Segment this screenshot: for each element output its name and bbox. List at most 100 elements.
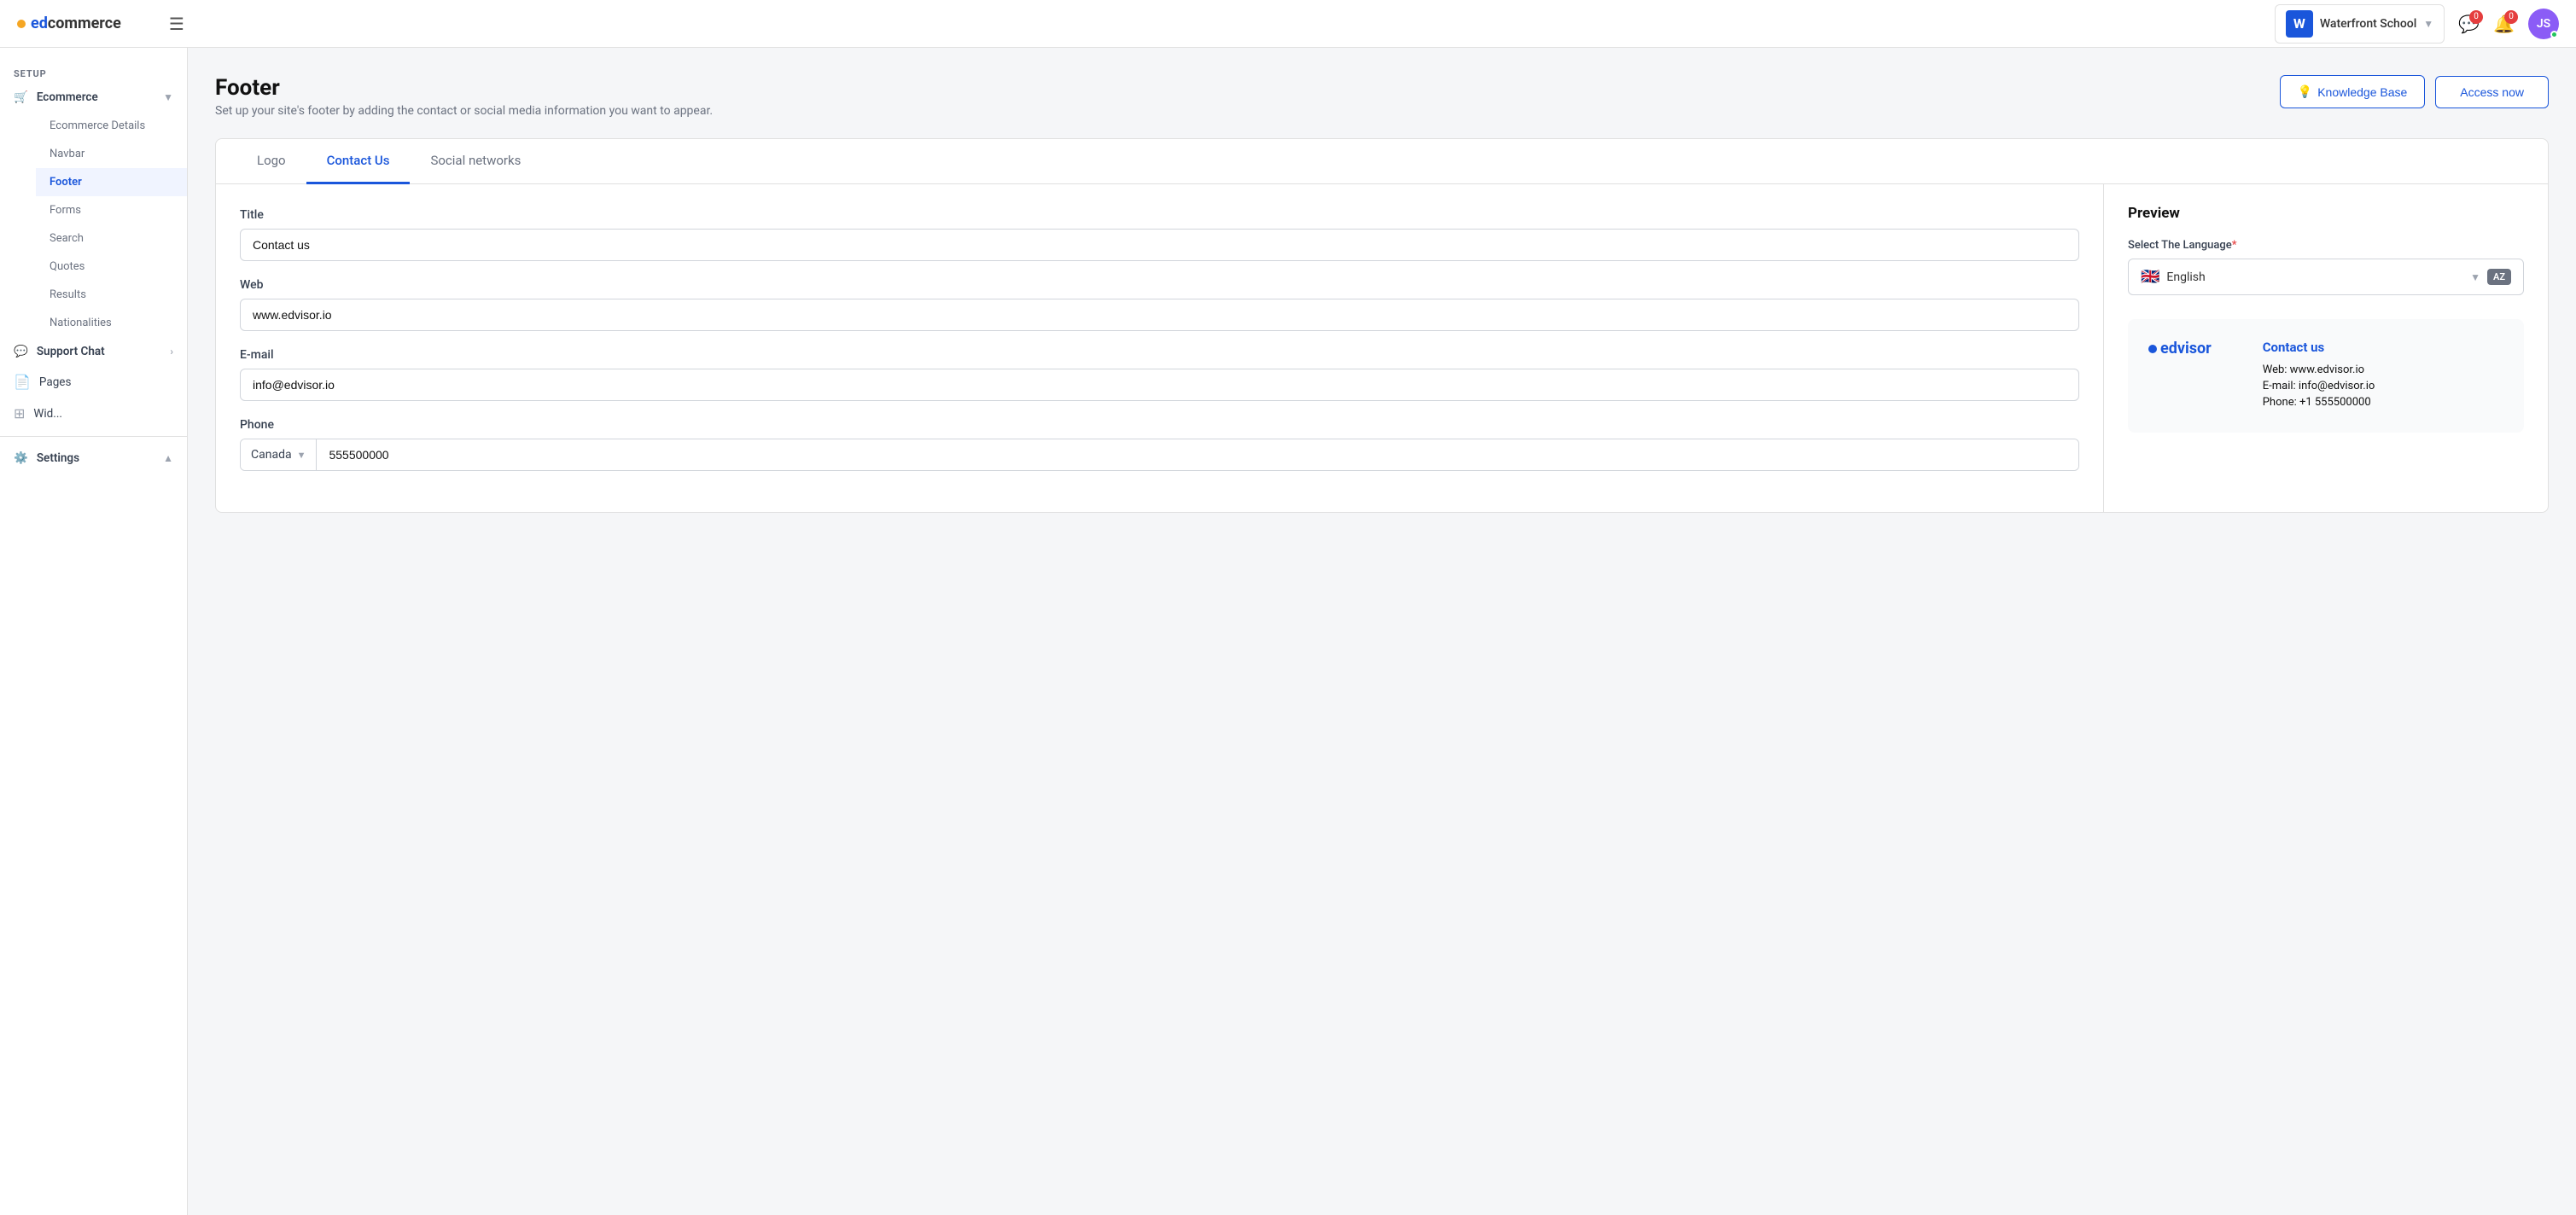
email-value-preview: info@edvisor.io — [2299, 380, 2375, 392]
web-field-group: Web — [240, 278, 2079, 331]
language-selector-left: 🇬🇧 English — [2141, 268, 2206, 286]
sidebar-item-nationalities[interactable]: Nationalities — [36, 309, 187, 337]
tab-social-networks[interactable]: Social networks — [410, 139, 541, 184]
school-selector[interactable]: W Waterfront School ▼ — [2275, 4, 2445, 44]
forms-label: Forms — [50, 204, 81, 217]
footer-label: Footer — [50, 176, 82, 189]
web-value-preview: www.edvisor.io — [2290, 363, 2364, 376]
language-name: English — [2166, 270, 2205, 284]
sidebar-item-ecommerce[interactable]: 🛒 Ecommerce ▼ — [0, 83, 187, 112]
footer-logo: edvisor — [2148, 340, 2212, 358]
footer-web-item: Web: www.edvisor.io — [2263, 363, 2375, 376]
logo-ed: ed — [31, 15, 48, 32]
footer-contact-info: Contact us Web: www.edvisor.io E-mail: i… — [2263, 340, 2375, 412]
notifications-chat-button[interactable]: 💬 0 — [2458, 14, 2480, 34]
sidebar-item-support-chat[interactable]: 💬 Support Chat › — [0, 337, 187, 366]
avatar[interactable]: JS — [2528, 9, 2559, 39]
sidebar-item-search[interactable]: Search — [36, 224, 187, 253]
quotes-label: Quotes — [50, 260, 85, 273]
results-label: Results — [50, 288, 86, 301]
title-field-group: Title — [240, 208, 2079, 261]
web-label-preview: Web: — [2263, 363, 2288, 376]
preview-section: Preview Select The Language* 🇬🇧 English … — [2104, 184, 2548, 512]
ecommerce-label: Ecommerce — [37, 90, 98, 104]
settings-label: Settings — [37, 451, 79, 465]
page-header-actions: 💡 Knowledge Base Access now — [2280, 75, 2549, 108]
footer-email-item: E-mail: info@edvisor.io — [2263, 380, 2375, 392]
tab-logo[interactable]: Logo — [236, 139, 306, 184]
ecommerce-submenu: Ecommerce Details Navbar Footer Forms Se… — [0, 112, 187, 337]
sidebar-item-ecommerce-details[interactable]: Ecommerce Details — [36, 112, 187, 140]
page-title: Footer — [215, 75, 713, 101]
logo-text: edcommerce — [31, 15, 121, 32]
email-field-group: E-mail — [240, 348, 2079, 401]
language-selector[interactable]: 🇬🇧 English ▼ AZ — [2128, 259, 2524, 295]
chevron-down-icon: ▼ — [2423, 18, 2433, 30]
phone-label: Phone — [240, 418, 2079, 432]
phone-label-preview: Phone: — [2263, 396, 2297, 409]
email-label: E-mail — [240, 348, 2079, 362]
knowledge-base-button[interactable]: 💡 Knowledge Base — [2280, 75, 2426, 108]
sidebar-item-results[interactable]: Results — [36, 281, 187, 309]
sidebar-item-quotes[interactable]: Quotes — [36, 253, 187, 281]
setup-section-label: SETUP — [0, 61, 187, 83]
hamburger-button[interactable]: ☰ — [169, 14, 184, 34]
web-input[interactable] — [240, 299, 2079, 331]
phone-number-input[interactable] — [317, 439, 2078, 470]
title-input[interactable] — [240, 229, 2079, 261]
tab-contact-us[interactable]: Contact Us — [306, 139, 411, 184]
support-chat-label: Support Chat — [37, 345, 105, 358]
widgets-icon: ⊞ — [14, 405, 25, 421]
chevron-down-icon: ▼ — [2470, 271, 2480, 283]
notifications-bell-button[interactable]: 🔔 0 — [2493, 14, 2515, 34]
settings-icon: ⚙️ — [14, 451, 28, 465]
country-name: Canada — [251, 448, 292, 462]
widgets-label: Wid... — [33, 407, 62, 421]
sidebar-item-forms[interactable]: Forms — [36, 196, 187, 224]
flag-icon: 🇬🇧 — [2141, 268, 2159, 286]
chevron-down-icon: ▼ — [297, 450, 306, 461]
ecommerce-details-label: Ecommerce Details — [50, 119, 145, 132]
web-label: Web — [240, 278, 2079, 292]
logo-dot-icon — [17, 20, 26, 28]
edvisor-logo-text: edvisor — [2160, 340, 2212, 358]
chevron-right-icon: › — [170, 346, 173, 358]
footer-preview: edvisor Contact us Web: www.edvisor.io E… — [2128, 319, 2524, 433]
language-actions: ▼ AZ — [2470, 269, 2511, 285]
bell-badge: 0 — [2504, 10, 2518, 24]
sidebar: SETUP 🛒 Ecommerce ▼ Ecommerce Details Na… — [0, 48, 188, 1215]
chat-badge: 0 — [2469, 10, 2483, 24]
page-title-block: Footer Set up your site's footer by addi… — [215, 75, 713, 118]
access-now-button[interactable]: Access now — [2435, 76, 2549, 108]
email-label-preview: E-mail: — [2263, 380, 2296, 392]
knowledge-base-label: Knowledge Base — [2317, 85, 2407, 99]
sidebar-item-navbar[interactable]: Navbar — [36, 140, 187, 168]
school-icon: W — [2286, 10, 2313, 38]
sidebar-item-footer[interactable]: Footer — [36, 168, 187, 196]
school-name: Waterfront School — [2320, 17, 2416, 31]
sidebar-item-settings[interactable]: ⚙️ Settings ▲ — [0, 444, 187, 473]
phone-country-selector[interactable]: Canada ▼ — [241, 439, 317, 470]
phone-value-preview: +1 555500000 — [2299, 396, 2371, 409]
nationalities-label: Nationalities — [50, 317, 112, 329]
topnav-right: W Waterfront School ▼ 💬 0 🔔 0 JS — [2275, 4, 2559, 44]
sidebar-item-widgets[interactable]: ⊞ Wid... — [0, 398, 187, 429]
form-section: Title Web E-mail Phone — [216, 184, 2104, 512]
chevron-up-icon: ▲ — [163, 452, 173, 464]
chevron-down-icon: ▼ — [163, 91, 173, 103]
preview-lang-label: Select The Language* — [2128, 239, 2524, 252]
translate-button[interactable]: AZ — [2487, 269, 2511, 285]
sidebar-item-pages[interactable]: 📄 Pages — [0, 366, 187, 398]
avatar-initials: JS — [2537, 17, 2550, 31]
pages-icon: 📄 — [14, 374, 31, 390]
content-body: Title Web E-mail Phone — [216, 184, 2548, 512]
page-header: Footer Set up your site's footer by addi… — [215, 75, 2549, 118]
pages-label: Pages — [39, 375, 72, 389]
phone-field-group: Phone Canada ▼ — [240, 418, 2079, 471]
main-content: Footer Set up your site's footer by addi… — [188, 48, 2576, 1215]
page-description: Set up your site's footer by adding the … — [215, 104, 713, 118]
required-asterisk: * — [2232, 239, 2237, 252]
lightbulb-icon: 💡 — [2298, 84, 2312, 99]
email-input[interactable] — [240, 369, 2079, 401]
navbar-label: Navbar — [50, 148, 85, 160]
